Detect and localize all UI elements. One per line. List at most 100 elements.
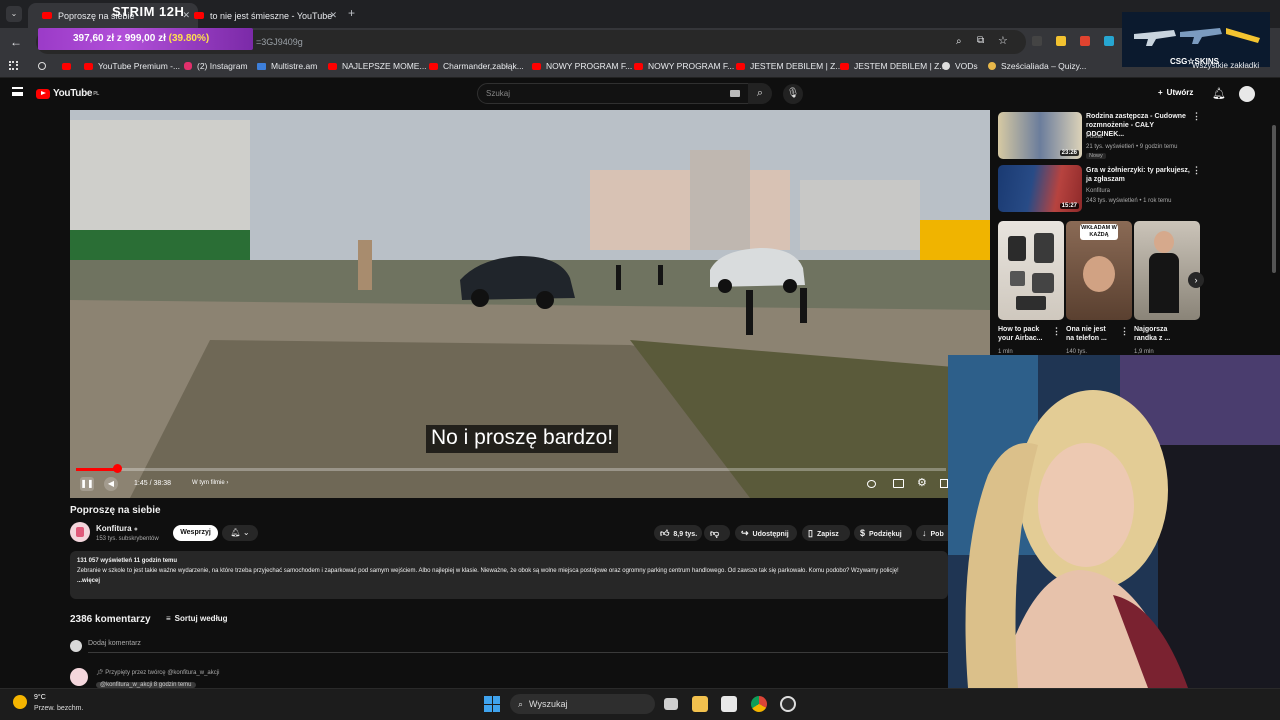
bookmark-item[interactable]: VODs <box>942 61 978 71</box>
short-thumbnail[interactable] <box>1134 221 1200 320</box>
download-button[interactable]: ↓ Pob <box>916 525 948 541</box>
short-title[interactable]: How to pack your Airbac... <box>998 325 1054 343</box>
video-progress-bar[interactable] <box>76 468 946 471</box>
instagram-icon <box>184 62 192 70</box>
task-view-icon[interactable] <box>664 698 678 710</box>
support-button[interactable]: Wesprzyj <box>173 525 218 541</box>
page-scrollbar[interactable] <box>1272 125 1276 273</box>
bookmark-item[interactable]: Charmander,zabłąk... <box>429 61 524 71</box>
shorts-next-arrow-icon[interactable]: › <box>1188 272 1204 288</box>
commenter-avatar[interactable] <box>70 668 88 686</box>
bookmark-youtube-icon[interactable] <box>62 63 71 70</box>
hamburger-menu-icon[interactable] <box>12 87 23 96</box>
search-input[interactable]: Szukaj <box>477 83 749 104</box>
voice-search-button[interactable]: 🎙 <box>783 84 803 104</box>
more-options-icon[interactable]: ⋮ <box>1192 165 1201 176</box>
tab-label: to nie jest śmieszne - YouTube <box>210 10 333 21</box>
tab-close-icon[interactable]: ✕ <box>329 10 337 21</box>
extension-icon[interactable] <box>1056 36 1066 46</box>
account-avatar[interactable] <box>1239 86 1255 102</box>
bookmark-globe-icon[interactable] <box>38 62 46 70</box>
recommendation-channel[interactable]: Konfitura <box>1086 187 1110 195</box>
settings-gear-icon[interactable]: ⚙ <box>917 476 927 489</box>
bookmark-item[interactable]: NOWY PROGRAM F... <box>532 61 632 71</box>
youtube-favicon-icon <box>42 12 52 19</box>
notifications-bell-icon[interactable]: 🔔︎ <box>1212 87 1226 100</box>
bookmark-item[interactable]: JESTEM DEBILEM | Z... <box>736 61 842 71</box>
create-button[interactable]: + Utwórz <box>1158 88 1193 97</box>
weather-sun-icon[interactable] <box>13 695 27 709</box>
youtube-icon <box>634 62 643 70</box>
microphone-icon: 🎙 <box>786 88 800 99</box>
comments-count: 2386 komentarzy <box>70 614 151 625</box>
save-button[interactable]: ▯ Zapisz <box>802 525 850 541</box>
like-button[interactable]: 👍︎ 8,9 tys. <box>654 525 702 541</box>
obs-icon[interactable] <box>780 696 796 712</box>
short-title[interactable]: Najgorsza randka z ... <box>1134 325 1190 343</box>
keyboard-icon[interactable] <box>730 90 740 97</box>
temperature: 9°C <box>34 694 46 701</box>
youtube-icon <box>532 62 541 70</box>
view-count-and-date: 131 057 wyświetleń 11 godzin temu <box>77 558 178 564</box>
bookmark-item[interactable]: (2) Instagram <box>184 61 248 71</box>
notification-bell-button[interactable]: 🔔︎ ⌄ <box>222 525 258 541</box>
sort-comments-button[interactable]: ≡ Sortuj według <box>166 614 228 623</box>
short-title[interactable]: Ona nie jest na telefon ... <box>1066 325 1122 343</box>
tab-inactive[interactable]: to nie jest śmieszne - YouTube ✕ <box>180 3 345 28</box>
thanks-icon: $ <box>860 528 866 538</box>
thumbs-up-icon: 👍︎ <box>660 528 670 538</box>
bookmark-item[interactable]: Sześcialiada – Quizy... <box>988 61 1086 71</box>
bookmark-star-icon[interactable]: ☆ <box>998 34 1008 47</box>
dislike-button[interactable]: 👎︎ <box>704 525 730 541</box>
more-options-icon[interactable]: ⋮ <box>1052 326 1061 337</box>
file-explorer-icon[interactable] <box>692 696 708 712</box>
face-graphic <box>1083 256 1115 292</box>
thanks-button[interactable]: $ Podziękuj <box>854 525 912 541</box>
more-options-icon[interactable]: ⋮ <box>1120 326 1129 337</box>
pause-button[interactable]: ❚❚ <box>80 477 94 491</box>
pin-icon: 📌︎ <box>96 670 106 676</box>
weather-description: Przew. bezchm. <box>34 705 84 712</box>
bookmark-item[interactable]: YouTube Premium -... <box>84 61 180 71</box>
captions-icon[interactable] <box>893 479 904 488</box>
bookmark-item[interactable]: NAJLEPSZE MOME... <box>328 61 427 71</box>
description-box[interactable]: 131 057 wyświetleń 11 godzin temu Zebran… <box>70 551 948 599</box>
video-progress-fill <box>76 468 116 471</box>
extension-icon[interactable] <box>1032 36 1042 46</box>
share-button[interactable]: ↪ Udostępnij <box>735 525 797 541</box>
bookmark-item[interactable]: NOWY PROGRAM F... <box>634 61 734 71</box>
search-button[interactable]: ⌕ <box>748 83 772 104</box>
zoom-icon[interactable]: ⌕ <box>956 36 962 47</box>
apps-grid-icon[interactable] <box>9 61 18 70</box>
bookmark-item[interactable]: Multistre.am <box>257 61 317 71</box>
channel-name[interactable]: Konfitura ● <box>96 524 138 533</box>
recommendation-thumbnail[interactable]: 15:27 <box>998 165 1082 212</box>
miniplayer-icon[interactable] <box>867 480 876 488</box>
extension-icon[interactable] <box>1104 36 1114 46</box>
scrubber-handle[interactable] <box>113 464 122 473</box>
recommendation-thumbnail[interactable]: 23:26 <box>998 112 1082 159</box>
new-tab-button[interactable]: + <box>348 6 355 20</box>
chrome-icon[interactable] <box>751 696 767 712</box>
recommendation-channel[interactable]: Polsat <box>1086 133 1103 141</box>
chapter-button[interactable]: W tym filmie › <box>192 480 228 486</box>
volume-icon[interactable]: ◀ <box>104 477 118 491</box>
taskbar-search[interactable]: ⌕ Wyszukaj <box>510 694 655 714</box>
back-arrow-icon[interactable]: ← <box>10 35 22 49</box>
windows-start-icon[interactable] <box>484 696 500 712</box>
short-thumbnail[interactable] <box>998 221 1064 320</box>
channel-avatar[interactable] <box>70 522 90 542</box>
bookmark-item[interactable]: JESTEM DEBILEM | Z... <box>840 61 946 71</box>
all-bookmarks[interactable]: Wszystkie zakładki <box>1192 61 1259 70</box>
tab-search-dropdown[interactable]: ⌄ <box>6 6 22 22</box>
more-options-icon[interactable]: ⋮ <box>1192 111 1201 122</box>
store-icon[interactable] <box>721 696 737 712</box>
install-icon[interactable]: ⧉ <box>977 35 984 46</box>
extension-icon[interactable] <box>1080 36 1090 46</box>
short-thumbnail[interactable]: WKŁADAM W KAŻDĄ <box>1066 221 1132 320</box>
youtube-logo[interactable]: YouTube PL <box>36 88 99 99</box>
theater-mode-icon[interactable] <box>940 479 948 488</box>
add-comment-input[interactable]: Dodaj komentarz <box>88 640 141 647</box>
show-more-link[interactable]: ...więcej <box>77 576 941 586</box>
recommendation-title[interactable]: Gra w żołnierzyki: ty parkujesz, ja zgła… <box>1086 166 1191 184</box>
